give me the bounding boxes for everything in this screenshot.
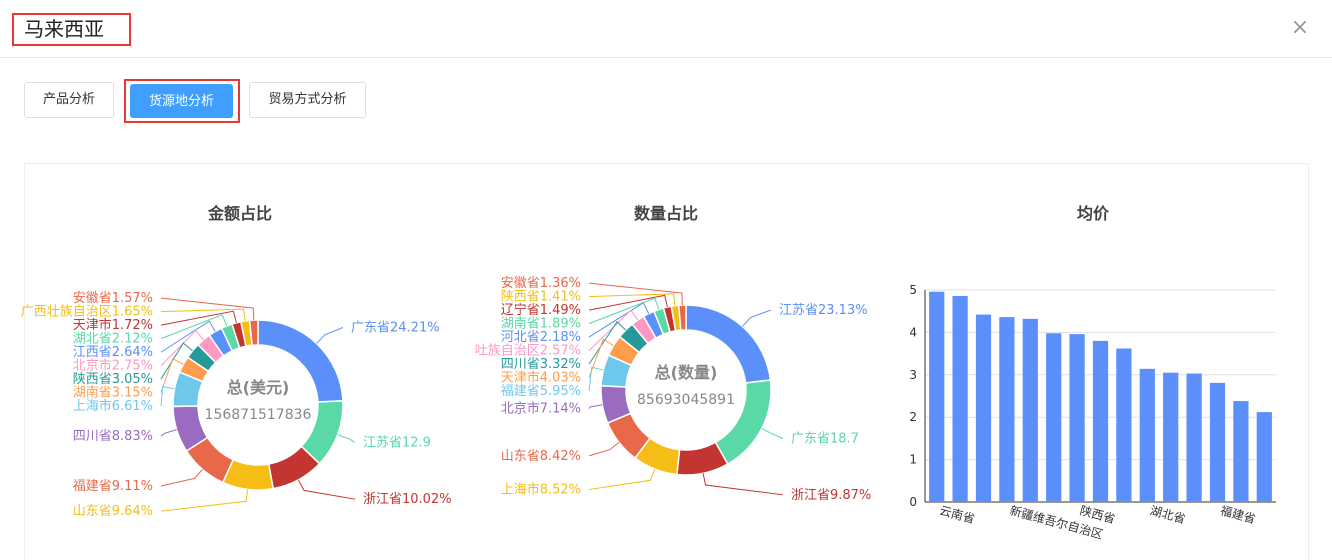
bar-12 bbox=[1209, 382, 1226, 502]
bar-11 bbox=[1186, 373, 1202, 502]
bar-ytick-1: 1 bbox=[909, 453, 917, 467]
pie1-label-5: 北京市7.14% bbox=[501, 401, 581, 417]
bar-ytick-3: 3 bbox=[909, 368, 917, 382]
pie1-leader-5 bbox=[588, 404, 603, 409]
bar-0 bbox=[929, 291, 945, 502]
pie1-leader-2 bbox=[702, 473, 784, 496]
pie0-leader-2 bbox=[297, 479, 356, 500]
pie0-label-2: 浙江省10.02% bbox=[363, 492, 452, 507]
pie1-label-0: 江苏省23.13% bbox=[779, 302, 868, 318]
pie1-leader-4 bbox=[588, 441, 620, 457]
pie0-leader-0 bbox=[316, 327, 344, 344]
bar-6 bbox=[1069, 334, 1085, 502]
pie0-label-6: 上海市6.61% bbox=[73, 398, 153, 414]
pie1-slice-14 bbox=[677, 304, 687, 332]
pie0-label-4: 福建省9.11% bbox=[73, 479, 153, 494]
pie0-leader-4 bbox=[160, 468, 203, 487]
pie1-leader-3 bbox=[588, 468, 656, 491]
pie0-center-name: 总(美元) bbox=[227, 378, 290, 397]
bar-ytick-5: 5 bbox=[909, 283, 917, 297]
bar-10 bbox=[1163, 372, 1179, 502]
bar-xtick-3: 湖北省 bbox=[1149, 502, 1188, 526]
pie1-label-1: 广东省18.7 bbox=[791, 431, 859, 446]
pie1-leader-0 bbox=[742, 309, 772, 327]
pie1-center-name: 总(数量) bbox=[655, 363, 718, 382]
bar-3 bbox=[999, 317, 1015, 502]
pie0-center-value: 156871517836 bbox=[205, 407, 312, 423]
pie0-label-1: 江苏省12.9 bbox=[363, 434, 431, 450]
pie0-label-0: 广东省24.21% bbox=[351, 321, 440, 336]
bar-ytick-4: 4 bbox=[909, 325, 917, 339]
pie0-leader-1 bbox=[337, 434, 356, 443]
bar-1 bbox=[952, 295, 968, 502]
bar-13 bbox=[1233, 401, 1249, 502]
bar-8 bbox=[1116, 348, 1132, 502]
bar-2 bbox=[975, 314, 992, 502]
bar-7 bbox=[1092, 340, 1109, 502]
pie1-label-3: 上海市8.52% bbox=[501, 482, 581, 498]
pie0-label-5: 四川省8.83% bbox=[73, 429, 153, 444]
bar-9 bbox=[1139, 368, 1155, 502]
pie0-leader-5 bbox=[160, 429, 177, 437]
bar-ytick-0: 0 bbox=[909, 495, 917, 509]
pie1-center-value: 85693045891 bbox=[637, 392, 735, 408]
pie1-label-6: 福建省5.95% bbox=[501, 384, 581, 399]
bar-5 bbox=[1046, 333, 1062, 502]
pie1-label-4: 山东省8.42% bbox=[501, 449, 581, 464]
bar-xtick-0: 云南省 bbox=[938, 502, 977, 526]
bar-14 bbox=[1256, 412, 1272, 502]
bar-xtick-4: 福建省 bbox=[1219, 502, 1258, 526]
pie0-leader-3 bbox=[160, 489, 249, 512]
pie0-label-3: 山东省9.64% bbox=[73, 504, 153, 519]
pie1-label-2: 浙江省9.87% bbox=[791, 488, 871, 503]
bar-ytick-2: 2 bbox=[909, 410, 917, 424]
charts-canvas: 广东省24.21%江苏省12.9浙江省10.02%安徽省1.57%广西壮族自治区… bbox=[21, 276, 1276, 542]
pie1-leader-12 bbox=[588, 294, 668, 311]
bar-4 bbox=[1022, 318, 1038, 502]
pie1-leader-1 bbox=[761, 428, 784, 439]
